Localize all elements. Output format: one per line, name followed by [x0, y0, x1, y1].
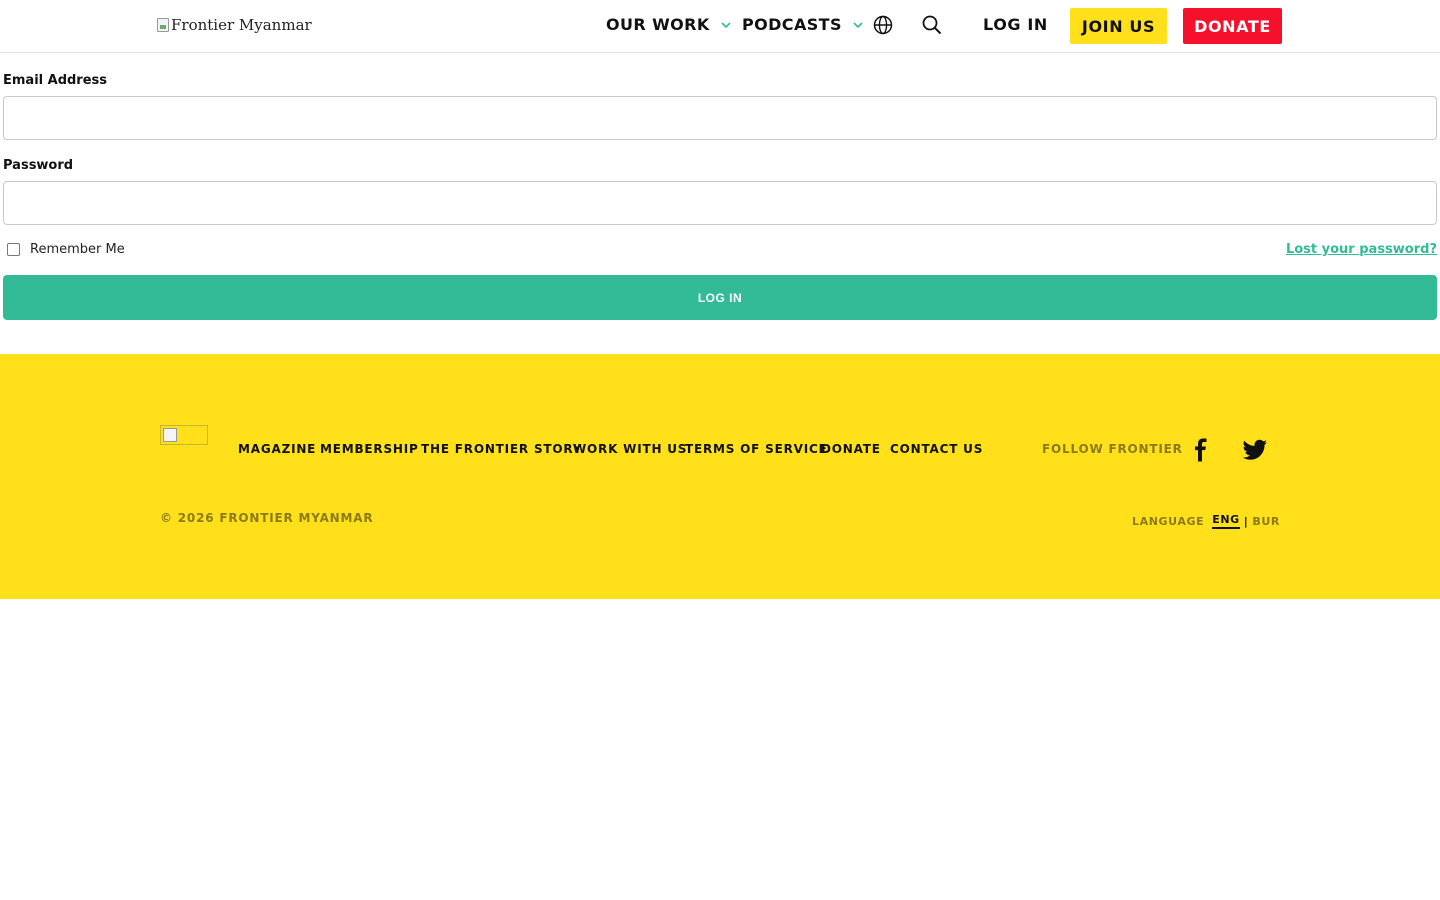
globe-icon[interactable]	[872, 14, 894, 36]
language-switcher: LANGUAGE ENG | BUR	[1132, 513, 1280, 529]
footer-link-frontier-story[interactable]: THE FRONTIER STORY	[421, 442, 582, 456]
site-header: Frontier Myanmar OUR WORK PODCASTS LOG I…	[0, 0, 1440, 53]
site-logo[interactable]: Frontier Myanmar	[157, 16, 312, 34]
follow-label: FOLLOW FRONTIER	[1042, 442, 1183, 456]
language-eng-link[interactable]: ENG	[1212, 513, 1240, 529]
header-login-button[interactable]: LOG IN	[983, 15, 1048, 34]
password-label: Password	[3, 158, 74, 173]
email-label: Email Address	[3, 73, 108, 88]
chevron-down-icon	[853, 21, 863, 28]
footer-link-donate[interactable]: DONATE	[821, 442, 881, 456]
email-field[interactable]	[3, 96, 1437, 140]
nav-podcasts[interactable]: PODCASTS	[742, 15, 864, 34]
twitter-icon[interactable]	[1242, 438, 1268, 462]
nav-our-work-label: OUR WORK	[606, 15, 710, 34]
remember-me[interactable]: Remember Me	[7, 242, 125, 257]
password-field[interactable]	[3, 181, 1437, 225]
broken-image-icon	[163, 428, 177, 442]
footer-link-magazine[interactable]: MAGAZINE	[238, 442, 316, 456]
language-label: LANGUAGE	[1132, 514, 1205, 528]
facebook-icon[interactable]	[1188, 438, 1214, 462]
footer-link-membership[interactable]: MEMBERSHIP	[320, 442, 419, 456]
donate-button[interactable]: DONATE	[1183, 8, 1282, 44]
join-us-button[interactable]: JOIN US	[1070, 8, 1167, 44]
nav-podcasts-label: PODCASTS	[742, 15, 842, 34]
chevron-down-icon	[721, 21, 731, 28]
language-separator: |	[1243, 514, 1249, 528]
footer-link-terms[interactable]: TERMS OF SERVICE	[685, 442, 828, 456]
footer-link-work-with-us[interactable]: WORK WITH US	[573, 442, 687, 456]
broken-image-icon	[157, 18, 169, 32]
footer-link-contact[interactable]: CONTACT US	[890, 442, 983, 456]
login-submit-button[interactable]: LOG IN	[3, 275, 1437, 320]
nav-our-work[interactable]: OUR WORK	[606, 15, 732, 34]
remember-me-checkbox[interactable]	[7, 243, 20, 256]
footer-logo[interactable]	[160, 425, 208, 445]
lost-password-link[interactable]: Lost your password?	[1286, 242, 1437, 257]
site-footer: MAGAZINE MEMBERSHIP THE FRONTIER STORY W…	[0, 354, 1440, 599]
copyright-text: © 2026 FRONTIER MYANMAR	[160, 511, 374, 525]
logo-alt-text: Frontier Myanmar	[171, 16, 312, 34]
search-icon[interactable]	[921, 14, 943, 36]
language-bur-link[interactable]: BUR	[1252, 515, 1280, 528]
remember-me-label: Remember Me	[30, 242, 125, 257]
